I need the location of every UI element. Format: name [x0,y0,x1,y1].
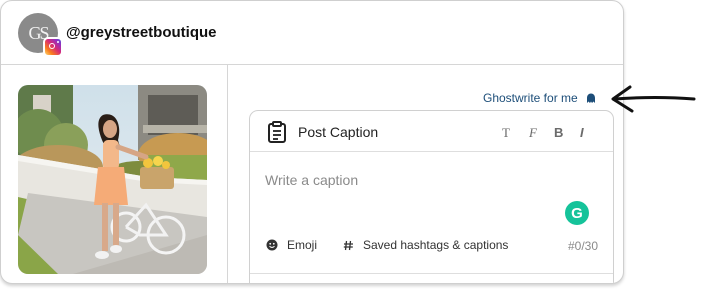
italic-button[interactable]: I [580,125,584,140]
character-counter: #0/30 [567,239,598,253]
column-divider [227,65,228,283]
clipboard-icon [268,121,286,143]
panel-divider [250,273,613,274]
saved-hashtags-button[interactable]: Saved hashtags & captions [343,238,508,252]
ghost-icon [586,93,595,103]
emoji-label: Emoji [287,238,318,252]
caption-input[interactable] [265,172,565,188]
font-button[interactable]: F [529,125,537,141]
account-header: GS @greystreetboutique [1,1,623,65]
bold-button[interactable]: B [554,125,563,140]
text-style-button[interactable]: T [502,125,510,141]
account-username: @greystreetboutique [66,24,217,41]
smiley-icon [266,239,278,251]
hashtag-icon [343,240,353,250]
emoji-button[interactable]: Emoji [266,238,317,252]
instagram-icon [43,37,63,57]
caption-panel: Post Caption T F B I G Emoji Saved hasht… [249,110,614,283]
saved-hashtags-label: Saved hashtags & captions [363,238,509,252]
ghostwrite-button[interactable]: Ghostwrite for me [483,91,597,105]
caption-panel-header: Post Caption T F B I [250,111,613,152]
grammarly-icon[interactable]: G [565,201,589,225]
post-media-thumbnail[interactable] [18,85,207,274]
caption-panel-title: Post Caption [298,124,379,140]
grammarly-label: G [571,204,583,222]
post-editor-card: GS @greystreetboutique Ghostwrite for me… [0,0,624,284]
annotation-arrow-icon [611,85,696,113]
ghostwrite-label: Ghostwrite for me [483,91,578,105]
